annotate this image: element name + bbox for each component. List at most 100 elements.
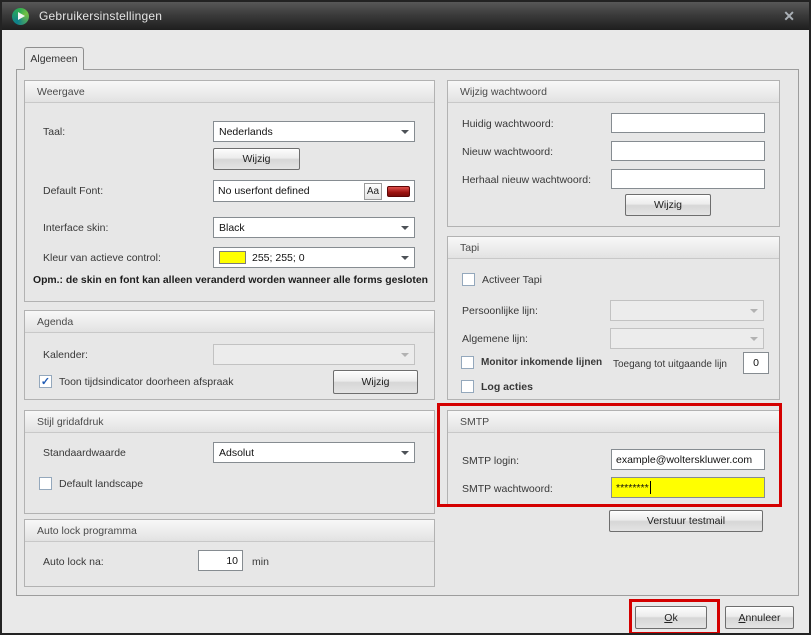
tijdsindicator-checkbox[interactable] bbox=[39, 375, 52, 388]
chevron-down-icon bbox=[401, 451, 409, 455]
chevron-down-icon bbox=[401, 226, 409, 230]
wachtwoord-wijzig-button[interactable]: Wijzig bbox=[625, 194, 711, 216]
group-auto-lock: Auto lock programma Auto lock na: 10 min bbox=[24, 519, 435, 587]
persoonlijke-lijn-label: Persoonlijke lijn: bbox=[462, 305, 538, 317]
default-landscape-checkbox[interactable] bbox=[39, 477, 52, 490]
group-agenda-header: Agenda bbox=[25, 311, 434, 333]
group-smtp-header: SMTP bbox=[448, 411, 779, 433]
toegang-uitgaande-input[interactable]: 0 bbox=[743, 352, 769, 374]
group-agenda-title: Agenda bbox=[37, 316, 73, 328]
ok-button-label: Ok bbox=[664, 612, 677, 624]
interface-skin-label: Interface skin: bbox=[43, 222, 108, 234]
annuleer-button-label: Annuleer bbox=[738, 612, 780, 624]
group-weergave-header: Weergave bbox=[25, 81, 434, 103]
default-font-label: Default Font: bbox=[43, 185, 103, 197]
persoonlijke-lijn-dropdown bbox=[610, 300, 764, 321]
chevron-down-icon bbox=[401, 256, 409, 260]
text-cursor bbox=[650, 481, 651, 494]
wachtwoord-wijzig-button-label: Wijzig bbox=[654, 199, 682, 211]
group-auto-lock-title: Auto lock programma bbox=[37, 525, 137, 537]
taal-dropdown[interactable]: Nederlands bbox=[213, 121, 415, 142]
font-clear-icon[interactable] bbox=[387, 186, 410, 197]
log-acties-row: Log acties bbox=[461, 380, 533, 393]
log-acties-checkbox[interactable] bbox=[461, 380, 474, 393]
huidig-wachtwoord-label: Huidig wachtwoord: bbox=[462, 118, 554, 130]
group-stijl-gridafdruk: Stijl gridafdruk Standaardwaarde Adsolut… bbox=[24, 410, 435, 514]
group-tapi: Tapi Activeer Tapi Persoonlijke lijn: Al… bbox=[447, 236, 780, 400]
group-stijl-title: Stijl gridafdruk bbox=[37, 416, 104, 428]
chevron-down-icon bbox=[401, 353, 409, 357]
group-wachtwoord-header: Wijzig wachtwoord bbox=[448, 81, 779, 103]
kleur-actieve-control-value: 255; 255; 0 bbox=[252, 252, 397, 264]
group-smtp: SMTP SMTP login: example@wolterskluwer.c… bbox=[447, 410, 780, 507]
auto-lock-na-label: Auto lock na: bbox=[43, 556, 104, 568]
toegang-uitgaande-label: Toegang tot uitgaande lijn bbox=[613, 359, 727, 370]
interface-skin-dropdown[interactable]: Black bbox=[213, 217, 415, 238]
nieuw-wachtwoord-label: Nieuw wachtwoord: bbox=[462, 146, 553, 158]
smtp-login-label: SMTP login: bbox=[462, 455, 519, 467]
skin-font-note: Opm.: de skin en font kan alleen verande… bbox=[33, 275, 428, 286]
monitor-lijnen-label: Monitor inkomende lijnen bbox=[481, 357, 602, 368]
group-weergave-title: Weergave bbox=[37, 86, 85, 98]
default-font-value: No userfont defined bbox=[218, 185, 364, 197]
monitor-lijnen-row: Monitor inkomende lijnen bbox=[461, 356, 602, 369]
smtp-login-value: example@wolterskluwer.com bbox=[616, 454, 760, 466]
kleur-actieve-control-label: Kleur van actieve control: bbox=[43, 252, 161, 264]
nieuw-wachtwoord-input[interactable] bbox=[611, 141, 765, 161]
tijdsindicator-label: Toon tijdsindicator doorheen afspraak bbox=[59, 376, 234, 388]
herhaal-wachtwoord-input[interactable] bbox=[611, 169, 765, 189]
chevron-down-icon bbox=[750, 337, 758, 341]
font-picker-button[interactable]: Aa bbox=[364, 183, 382, 200]
activeer-tapi-checkbox[interactable] bbox=[462, 273, 475, 286]
algemene-lijn-label: Algemene lijn: bbox=[462, 333, 528, 345]
log-acties-label: Log acties bbox=[481, 381, 533, 393]
group-wijzig-wachtwoord: Wijzig wachtwoord Huidig wachtwoord: Nie… bbox=[447, 80, 780, 227]
auto-lock-minutes-value: 10 bbox=[226, 555, 238, 567]
annuleer-button[interactable]: Annuleer bbox=[725, 606, 794, 629]
kalender-dropdown bbox=[213, 344, 415, 365]
group-agenda: Agenda Kalender: Toon tijdsindicator doo… bbox=[24, 310, 435, 400]
close-icon[interactable]: ✕ bbox=[779, 8, 799, 25]
app-logo-icon bbox=[12, 8, 29, 25]
chevron-down-icon bbox=[750, 309, 758, 313]
toegang-uitgaande-value: 0 bbox=[753, 357, 759, 369]
algemene-lijn-dropdown bbox=[610, 328, 764, 349]
huidig-wachtwoord-input[interactable] bbox=[611, 113, 765, 133]
color-swatch bbox=[219, 251, 246, 264]
group-smtp-title: SMTP bbox=[460, 416, 489, 428]
taal-wijzig-button[interactable]: Wijzig bbox=[213, 148, 300, 170]
kleur-actieve-control-dropdown[interactable]: 255; 255; 0 bbox=[213, 247, 415, 268]
group-stijl-header: Stijl gridafdruk bbox=[25, 411, 434, 433]
default-landscape-label: Default landscape bbox=[59, 478, 143, 490]
smtp-login-input[interactable]: example@wolterskluwer.com bbox=[611, 449, 765, 470]
tab-algemeen[interactable]: Algemeen bbox=[24, 47, 84, 70]
default-landscape-row: Default landscape bbox=[39, 477, 143, 490]
chevron-down-icon bbox=[401, 130, 409, 134]
activeer-tapi-row: Activeer Tapi bbox=[462, 273, 542, 286]
smtp-wachtwoord-label: SMTP wachtwoord: bbox=[462, 483, 553, 495]
standaardwaarde-value: Adsolut bbox=[219, 447, 397, 459]
smtp-wachtwoord-input[interactable]: ******** bbox=[611, 477, 765, 498]
verstuur-testmail-button[interactable]: Verstuur testmail bbox=[609, 510, 763, 532]
interface-skin-value: Black bbox=[219, 222, 397, 234]
group-wachtwoord-title: Wijzig wachtwoord bbox=[460, 86, 547, 98]
standaardwaarde-dropdown[interactable]: Adsolut bbox=[213, 442, 415, 463]
group-auto-lock-header: Auto lock programma bbox=[25, 520, 434, 542]
kalender-label: Kalender: bbox=[43, 349, 88, 361]
agenda-wijzig-button[interactable]: Wijzig bbox=[333, 370, 418, 394]
title-bar: Gebruikersinstellingen ✕ bbox=[2, 2, 809, 30]
auto-lock-unit-label: min bbox=[252, 556, 269, 568]
default-font-field[interactable]: No userfont defined Aa bbox=[213, 180, 415, 202]
tijdsindicator-row: Toon tijdsindicator doorheen afspraak bbox=[39, 375, 234, 388]
taal-wijzig-button-label: Wijzig bbox=[243, 153, 271, 165]
activeer-tapi-label: Activeer Tapi bbox=[482, 274, 542, 286]
verstuur-testmail-button-label: Verstuur testmail bbox=[647, 515, 725, 527]
agenda-wijzig-button-label: Wijzig bbox=[362, 376, 390, 388]
auto-lock-minutes-input[interactable]: 10 bbox=[198, 550, 243, 571]
smtp-wachtwoord-value: ******** bbox=[616, 482, 649, 494]
ok-button[interactable]: Ok bbox=[635, 606, 707, 629]
monitor-lijnen-checkbox[interactable] bbox=[461, 356, 474, 369]
herhaal-wachtwoord-label: Herhaal nieuw wachtwoord: bbox=[462, 174, 591, 186]
taal-dropdown-value: Nederlands bbox=[219, 126, 397, 138]
taal-label: Taal: bbox=[43, 126, 65, 138]
